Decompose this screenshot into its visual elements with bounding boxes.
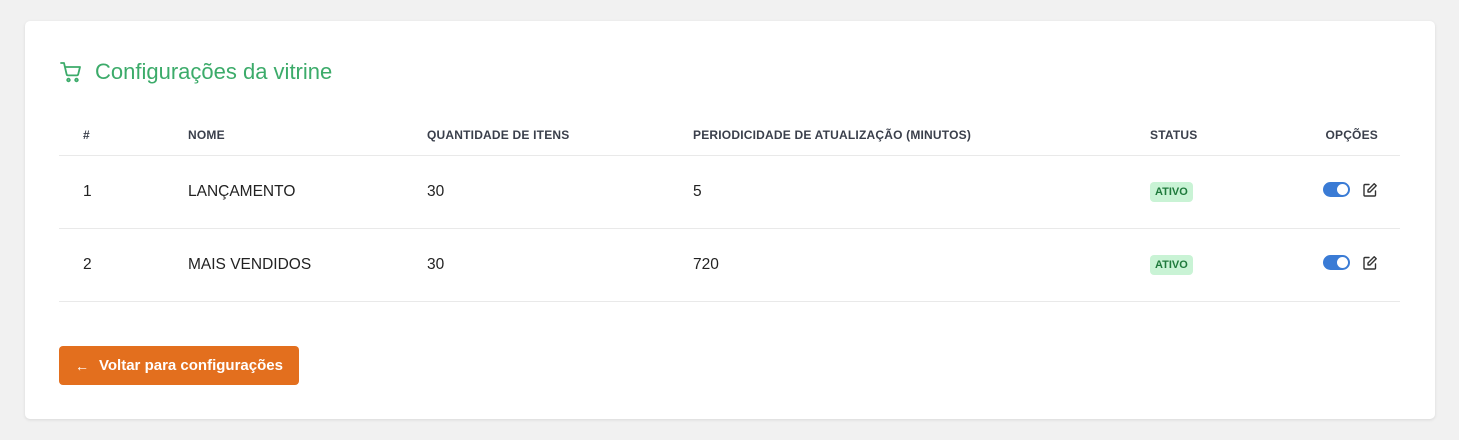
card-title: Configurações da vitrine xyxy=(95,59,333,84)
row-nome: MAIS VENDIDOS xyxy=(188,228,427,302)
card-header: Configurações da vitrine xyxy=(59,59,332,85)
table-row: 2 MAIS VENDIDOS 30 720 ATIVO xyxy=(59,228,1400,302)
column-header-nome: NOME xyxy=(188,115,427,156)
edit-icon[interactable] xyxy=(1362,255,1378,271)
column-header-opcoes: OPÇÕES xyxy=(1270,115,1400,156)
vitrine-table: # NOME QUANTIDADE DE ITENS PERIODICIDADE… xyxy=(59,115,1400,302)
row-status-cell: ATIVO xyxy=(1150,155,1270,229)
cart-icon xyxy=(59,60,83,84)
back-to-settings-button[interactable]: ← Voltar para configurações xyxy=(59,346,299,385)
arrow-left-icon: ← xyxy=(75,357,89,374)
row-options xyxy=(1270,228,1400,302)
enable-toggle[interactable] xyxy=(1323,182,1350,198)
row-index: 2 xyxy=(59,228,188,302)
vitrine-config-card: Configurações da vitrine # NOME QUANTIDA… xyxy=(25,21,1435,419)
row-periodicidade: 720 xyxy=(693,228,1150,302)
status-badge: ATIVO xyxy=(1150,255,1193,275)
status-badge: ATIVO xyxy=(1150,182,1193,202)
row-index: 1 xyxy=(59,155,188,229)
column-header-status: STATUS xyxy=(1150,115,1270,156)
toggle-knob xyxy=(1337,257,1348,269)
row-nome: LANÇAMENTO xyxy=(188,155,427,229)
column-header-index: # xyxy=(59,115,188,156)
column-header-quantidade: QUANTIDADE DE ITENS xyxy=(427,115,693,156)
back-button-label: Voltar para configurações xyxy=(99,357,283,374)
row-quantidade: 30 xyxy=(427,155,693,229)
row-quantidade: 30 xyxy=(427,228,693,302)
table-header-row: # NOME QUANTIDADE DE ITENS PERIODICIDADE… xyxy=(59,115,1400,156)
table-row: 1 LANÇAMENTO 30 5 ATIVO xyxy=(59,155,1400,229)
enable-toggle[interactable] xyxy=(1323,255,1350,271)
row-status-cell: ATIVO xyxy=(1150,228,1270,302)
column-header-periodicidade: PERIODICIDADE DE ATUALIZAÇÃO (MINUTOS) xyxy=(693,115,1150,156)
edit-icon[interactable] xyxy=(1362,182,1378,198)
toggle-knob xyxy=(1337,184,1348,196)
row-periodicidade: 5 xyxy=(693,155,1150,229)
row-options xyxy=(1270,155,1400,229)
